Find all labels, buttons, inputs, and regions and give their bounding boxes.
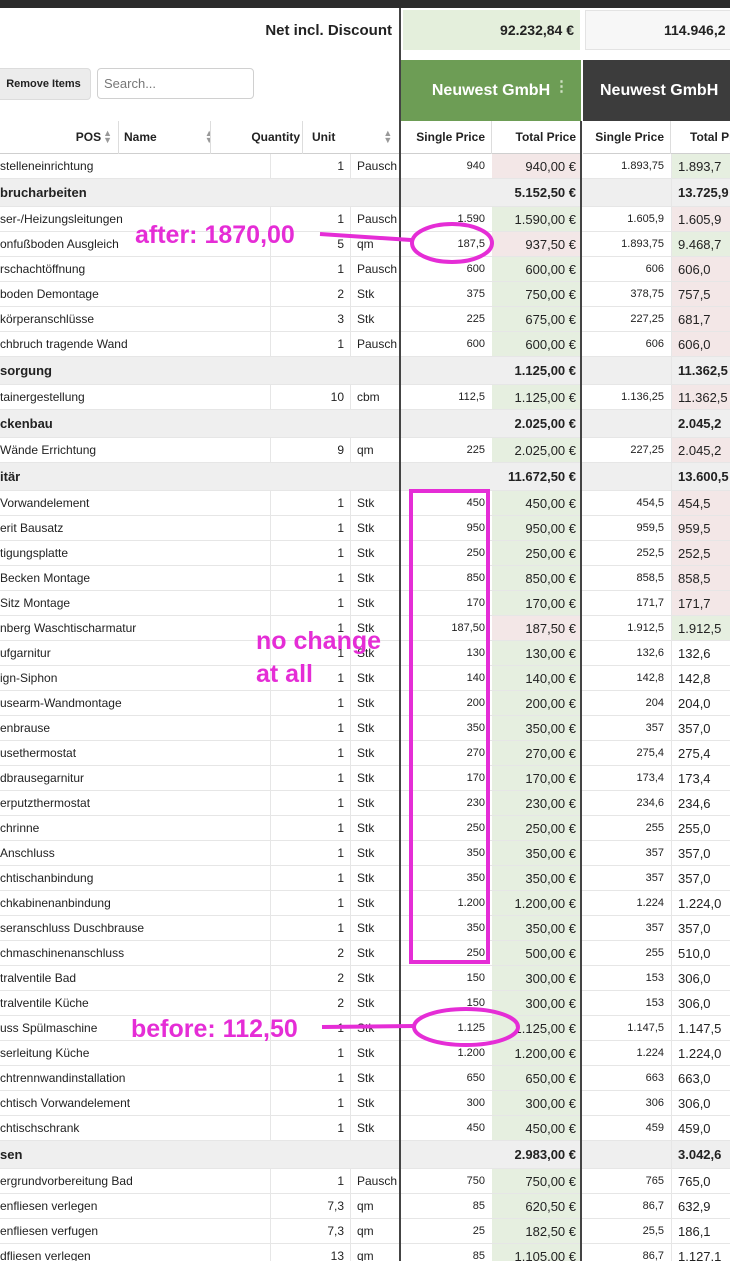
annotation-after: after: 1870,00 [135, 221, 295, 249]
circle-before [412, 1007, 520, 1047]
arrow-line-before [321, 1024, 415, 1029]
circle-after [410, 222, 494, 264]
annotation-no-change-line1: no change [256, 627, 382, 655]
annotation-no-change-line2: at all [256, 660, 313, 688]
arrow-line-after [319, 232, 412, 242]
no-change-box [409, 489, 490, 964]
annotation-before: before: 112,50 [131, 1015, 298, 1043]
